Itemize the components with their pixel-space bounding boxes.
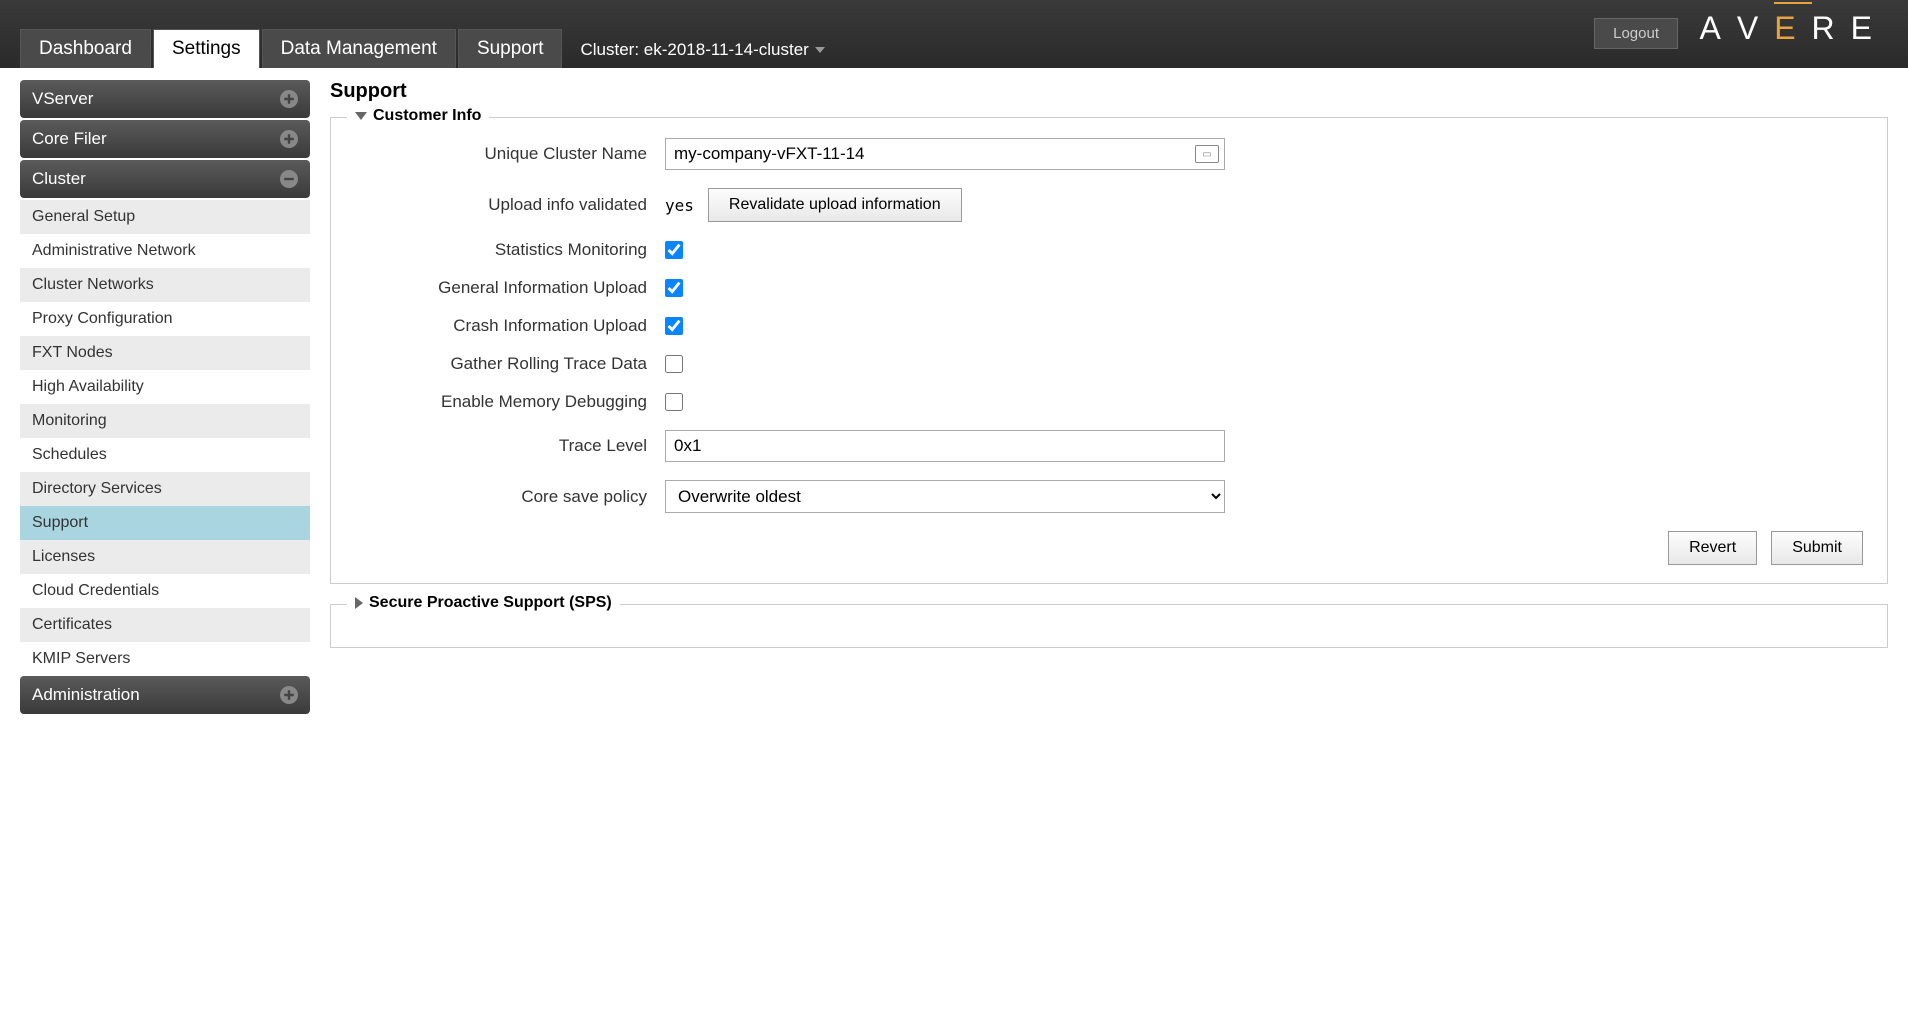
statistics-monitoring-label: Statistics Monitoring: [355, 240, 665, 260]
top-bar: Logout AVERE Dashboard Settings Data Man…: [0, 0, 1908, 68]
core-save-policy-label: Core save policy: [355, 487, 665, 507]
sidebar-item-high-availability[interactable]: High Availability: [20, 370, 310, 404]
sidebar-item-fxt-nodes[interactable]: FXT Nodes: [20, 336, 310, 370]
sidebar-item-directory-services[interactable]: Directory Services: [20, 472, 310, 506]
sidebar: VServer Core Filer Cluster General Setup…: [20, 80, 310, 716]
cluster-label-text: Cluster: ek-2018-11-14-cluster: [580, 40, 808, 60]
sidebar-item-proxy-configuration[interactable]: Proxy Configuration: [20, 302, 310, 336]
sidebar-cluster-items: General Setup Administrative Network Clu…: [20, 200, 310, 676]
trace-level-label: Trace Level: [355, 436, 665, 456]
sidebar-section-label: Cluster: [32, 169, 86, 189]
upload-info-validated-label: Upload info validated: [355, 195, 665, 215]
revert-button[interactable]: Revert: [1668, 531, 1757, 565]
statistics-monitoring-checkbox[interactable]: [665, 241, 683, 259]
logo: AVERE: [1700, 10, 1888, 47]
tab-data-management[interactable]: Data Management: [262, 29, 456, 68]
chevron-down-icon: [815, 47, 825, 53]
gather-rolling-trace-checkbox[interactable]: [665, 355, 683, 373]
sidebar-section-label: VServer: [32, 89, 93, 109]
sidebar-item-cloud-credentials[interactable]: Cloud Credentials: [20, 574, 310, 608]
logout-button[interactable]: Logout: [1594, 18, 1678, 49]
sidebar-item-schedules[interactable]: Schedules: [20, 438, 310, 472]
page-title: Support: [330, 80, 1888, 103]
sidebar-item-licenses[interactable]: Licenses: [20, 540, 310, 574]
disclosure-open-icon: [355, 112, 367, 120]
unique-cluster-name-label: Unique Cluster Name: [355, 144, 665, 164]
tab-settings[interactable]: Settings: [153, 29, 260, 68]
cluster-selector[interactable]: Cluster: ek-2018-11-14-cluster: [564, 32, 840, 68]
minus-icon: [280, 170, 298, 188]
sidebar-item-general-setup[interactable]: General Setup: [20, 200, 310, 234]
plus-icon: [280, 686, 298, 704]
sidebar-item-support[interactable]: Support: [20, 506, 310, 540]
customer-info-legend[interactable]: Customer Info: [347, 107, 489, 125]
sidebar-section-label: Core Filer: [32, 129, 107, 149]
gather-rolling-trace-label: Gather Rolling Trace Data: [355, 354, 665, 374]
tab-dashboard[interactable]: Dashboard: [20, 29, 151, 68]
sidebar-section-cluster[interactable]: Cluster: [20, 160, 310, 198]
customer-info-fieldset: Customer Info Unique Cluster Name ▭ Uplo…: [330, 117, 1888, 584]
disclosure-closed-icon: [355, 597, 363, 609]
tab-bar: Dashboard Settings Data Management Suppo…: [20, 29, 841, 68]
enable-memory-debugging-checkbox[interactable]: [665, 393, 683, 411]
revalidate-button[interactable]: Revalidate upload information: [708, 188, 962, 222]
sidebar-section-core-filer[interactable]: Core Filer: [20, 120, 310, 158]
general-info-upload-checkbox[interactable]: [665, 279, 683, 297]
sidebar-item-monitoring[interactable]: Monitoring: [20, 404, 310, 438]
tab-support[interactable]: Support: [458, 29, 563, 68]
sidebar-item-cluster-networks[interactable]: Cluster Networks: [20, 268, 310, 302]
upload-info-validated-value: yes: [665, 196, 694, 215]
sidebar-section-vserver[interactable]: VServer: [20, 80, 310, 118]
sps-legend[interactable]: Secure Proactive Support (SPS): [347, 594, 620, 612]
unique-cluster-name-input[interactable]: [665, 138, 1225, 170]
sidebar-section-administration[interactable]: Administration: [20, 676, 310, 714]
general-info-upload-label: General Information Upload: [355, 278, 665, 298]
core-save-policy-select[interactable]: Overwrite oldest: [665, 480, 1225, 513]
submit-button[interactable]: Submit: [1771, 531, 1863, 565]
content: Support Customer Info Unique Cluster Nam…: [330, 80, 1888, 716]
id-card-icon: ▭: [1195, 145, 1219, 163]
crash-info-upload-checkbox[interactable]: [665, 317, 683, 335]
sidebar-item-certificates[interactable]: Certificates: [20, 608, 310, 642]
plus-icon: [280, 90, 298, 108]
trace-level-input[interactable]: [665, 430, 1225, 462]
sidebar-item-administrative-network[interactable]: Administrative Network: [20, 234, 310, 268]
sidebar-item-kmip-servers[interactable]: KMIP Servers: [20, 642, 310, 676]
crash-info-upload-label: Crash Information Upload: [355, 316, 665, 336]
sps-fieldset: Secure Proactive Support (SPS): [330, 604, 1888, 648]
enable-memory-debugging-label: Enable Memory Debugging: [355, 392, 665, 412]
sidebar-section-label: Administration: [32, 685, 140, 705]
plus-icon: [280, 130, 298, 148]
